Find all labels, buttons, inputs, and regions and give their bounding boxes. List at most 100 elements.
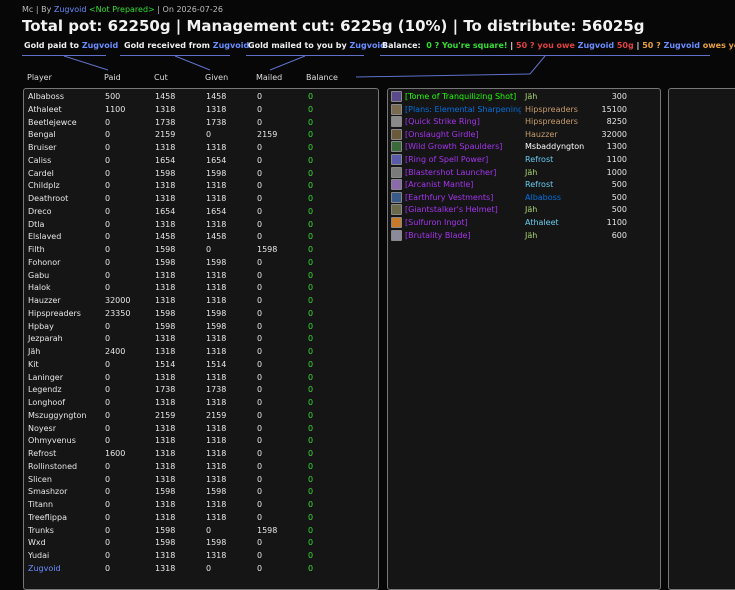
table-row[interactable]: Refrost 1600 1318 1318 0 0 <box>24 448 374 461</box>
table-row[interactable]: Hpbay 0 1598 1598 0 0 <box>24 321 374 334</box>
item-price: 15100 <box>601 104 627 114</box>
loot-item-row[interactable]: [Quick Strike Ring] Hipspreaders 8250 <box>391 116 651 129</box>
cell-cut: 1318 <box>155 512 176 522</box>
item-icon[interactable] <box>391 141 402 153</box>
loot-item-row[interactable]: [Arcanist Mantle] Refrost 500 <box>391 179 651 192</box>
item-icon[interactable] <box>391 204 402 216</box>
loot-item-row[interactable]: [Blastershot Launcher] Jäh 1000 <box>391 166 651 180</box>
item-link[interactable]: [Sulfuron Ingot] <box>405 217 468 229</box>
table-row[interactable]: Noyesr 0 1318 1318 0 0 <box>24 423 374 436</box>
item-icon[interactable] <box>391 179 402 191</box>
item-link[interactable]: [Ring of Spell Power] <box>405 154 488 166</box>
cell-mailed: 0 <box>257 500 263 509</box>
item-icon[interactable] <box>391 229 402 241</box>
table-row[interactable]: Caliss 0 1654 1654 0 0 <box>24 155 374 168</box>
table-row[interactable]: Trunks 0 1598 0 1598 0 <box>24 525 374 538</box>
cell-paid: 0 <box>105 563 111 573</box>
table-row[interactable]: Kit 0 1514 1514 0 0 <box>24 359 374 372</box>
item-link[interactable]: [Plans: Elemental Sharpening Stone] <box>405 104 521 116</box>
cell-mailed: 0 <box>257 155 263 165</box>
item-icon[interactable] <box>391 191 402 203</box>
table-row[interactable]: Fohonor 0 1598 1598 0 0 <box>24 257 374 270</box>
players-table[interactable]: Albaboss 500 1458 1458 0 0 Athaleet 1100 1318 131… <box>23 88 379 590</box>
item-icon[interactable] <box>391 154 402 165</box>
item-link[interactable]: [Blastershot Launcher] <box>405 167 496 179</box>
table-row[interactable]: Laninger 0 1318 1318 0 0 <box>24 372 374 385</box>
loot-item-row[interactable]: [Onslaught Girdle] Hauzzer 32000 <box>391 128 651 142</box>
table-row[interactable]: Albaboss 500 1458 1458 0 0 <box>24 91 374 104</box>
loot-item-row[interactable]: [Tome of Tranquilizing Shot] Jäh 300 <box>391 91 651 104</box>
table-row[interactable]: Ohmyvenus 0 1318 1318 0 0 <box>24 435 374 448</box>
table-row[interactable]: Beetlejewce 0 1738 1738 0 0 <box>24 117 374 130</box>
cell-cut: 1318 <box>155 219 176 229</box>
table-row[interactable]: Halok 0 1318 1318 0 0 <box>24 282 374 295</box>
table-row[interactable]: Cardel 0 1598 1598 0 0 <box>24 168 374 181</box>
col-header-paid: Paid <box>104 73 121 82</box>
cell-paid: 0 <box>105 117 111 127</box>
item-icon[interactable] <box>391 91 402 102</box>
table-row[interactable]: Titann 0 1318 1318 0 0 <box>24 499 374 512</box>
table-row[interactable]: Jezparah 0 1318 1318 0 0 <box>24 333 374 346</box>
cell-balance: 0 <box>308 92 314 101</box>
table-row[interactable]: Bruiser 0 1318 1318 0 0 <box>24 142 374 155</box>
item-link[interactable]: [Wild Growth Spaulders] <box>405 141 502 153</box>
table-row[interactable]: Legendz 0 1738 1738 0 0 <box>24 384 374 397</box>
table-row[interactable]: Longhoof 0 1318 1318 0 0 <box>24 397 374 410</box>
cell-name: Legendz <box>28 385 62 395</box>
item-link[interactable]: [Onslaught Girdle] <box>405 129 479 141</box>
table-row[interactable]: Jäh 2400 1318 1318 0 0 <box>24 346 374 359</box>
item-icon[interactable] <box>391 103 402 115</box>
table-row[interactable]: Gabu 0 1318 1318 0 0 <box>24 270 374 283</box>
item-icon[interactable] <box>391 116 402 128</box>
item-link[interactable]: [Tome of Tranquilizing Shot] <box>405 91 516 103</box>
table-row[interactable]: Yudai 0 1318 1318 0 0 <box>24 550 374 563</box>
table-row[interactable]: Smashzor 0 1598 1598 0 0 <box>24 486 374 499</box>
table-row[interactable]: Filth 0 1598 0 1598 0 <box>24 244 374 257</box>
table-row[interactable]: Treeflippa 0 1318 1318 0 0 <box>24 512 374 525</box>
cell-mailed: 0 <box>257 92 263 101</box>
item-icon[interactable] <box>391 128 402 140</box>
item-link[interactable]: [Quick Strike Ring] <box>405 116 480 128</box>
loot-item-row[interactable]: [Brutality Blade] Jäh 600 <box>391 229 651 243</box>
cell-cut: 1318 <box>155 104 176 114</box>
item-price: 1100 <box>606 155 627 164</box>
cell-cut: 1458 <box>155 232 176 242</box>
item-icon[interactable] <box>391 166 402 178</box>
table-row[interactable]: Athaleet 1100 1318 1318 0 0 <box>24 104 374 117</box>
cell-name: Trunks <box>28 525 54 535</box>
item-link[interactable]: [Brutality Blade] <box>405 230 471 242</box>
item-link[interactable]: [Earthfury Vestments] <box>405 192 493 204</box>
table-row[interactable]: Childplz 0 1318 1318 0 0 <box>24 180 374 193</box>
table-row[interactable]: Elslaved 0 1458 1458 0 0 <box>24 231 374 244</box>
loot-items-panel[interactable]: [Tome of Tranquilizing Shot] Jäh 300 [Plans… <box>387 88 661 590</box>
table-row[interactable]: Slicen 0 1318 1318 0 0 <box>24 474 374 487</box>
loot-item-row[interactable]: [Plans: Elemental Sharpening Stone] Hipsp… <box>391 103 651 117</box>
cell-mailed: 0 <box>257 283 263 293</box>
loot-item-row[interactable]: [Ring of Spell Power] Refrost 1100 <box>391 154 651 167</box>
cell-mailed: 1598 <box>257 525 278 535</box>
table-row[interactable]: Hipspreaders 23350 1598 1598 0 0 <box>24 308 374 321</box>
loot-item-row[interactable]: [Wild Growth Spaulders] Msbaddyngton 1300 <box>391 141 651 154</box>
table-row[interactable]: Hauzzer 32000 1318 1318 0 0 <box>24 295 374 308</box>
col-header-cut: Cut <box>154 73 168 82</box>
table-row[interactable]: Dreco 0 1654 1654 0 0 <box>24 206 374 219</box>
table-row[interactable]: Bengal 0 2159 0 2159 0 <box>24 129 374 142</box>
table-row[interactable]: Mszuggyngton 0 2159 2159 0 0 <box>24 410 374 423</box>
cell-name: Noyesr <box>28 423 56 433</box>
loot-item-row[interactable]: [Earthfury Vestments] Albaboss 500 <box>391 191 651 205</box>
loot-item-row[interactable]: [Sulfuron Ingot] Athaleet 1100 <box>391 217 651 230</box>
table-row[interactable]: Zugvoid 0 1318 0 0 0 <box>24 563 374 576</box>
table-row[interactable]: Deathroot 0 1318 1318 0 0 <box>24 193 374 206</box>
cell-paid: 0 <box>105 168 111 178</box>
cell-cut: 1318 <box>155 194 176 203</box>
item-link[interactable]: [Arcanist Mantle] <box>405 179 473 191</box>
table-row[interactable]: Wxd 0 1598 1598 0 0 <box>24 537 374 550</box>
cell-mailed: 0 <box>257 104 263 114</box>
cell-balance: 0 <box>308 219 314 229</box>
table-row[interactable]: Rollinstoned 0 1318 1318 0 0 <box>24 461 374 474</box>
item-icon[interactable] <box>391 217 402 228</box>
cell-name: Filth <box>28 245 45 254</box>
loot-item-row[interactable]: [Giantstalker's Helmet] Jäh 500 <box>391 204 651 217</box>
item-link[interactable]: [Giantstalker's Helmet] <box>405 204 498 216</box>
table-row[interactable]: Dtla 0 1318 1318 0 0 <box>24 219 374 232</box>
